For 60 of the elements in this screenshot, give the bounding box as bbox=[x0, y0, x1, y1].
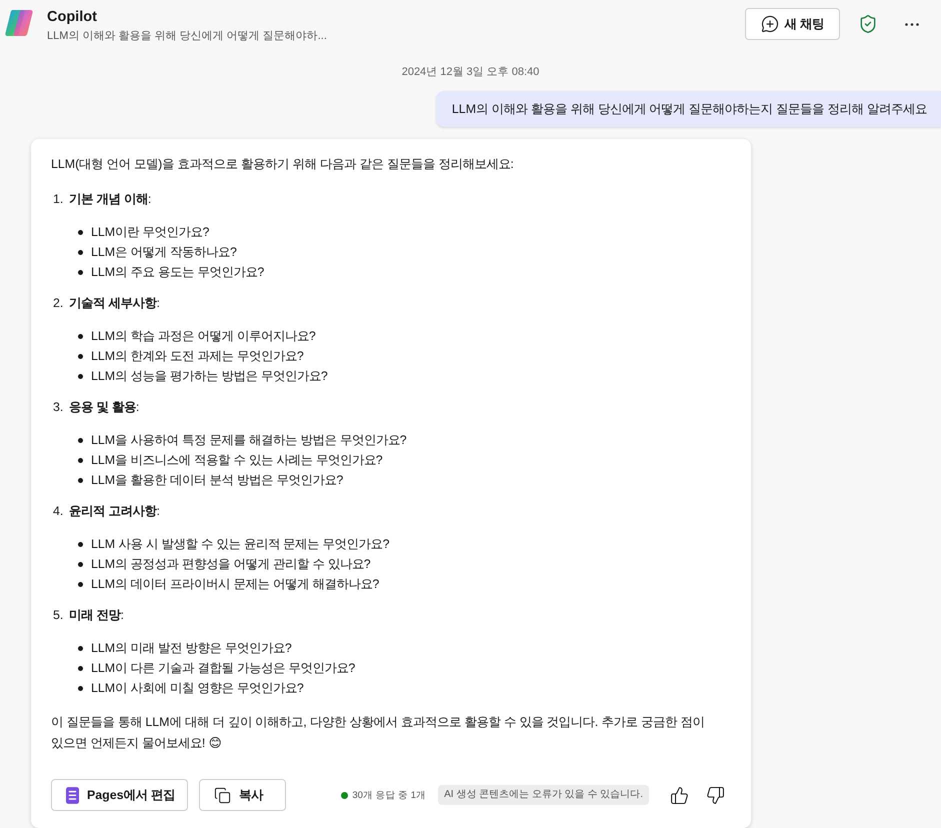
question-text: LLM의 학습 과정은 어떻게 이루어지나요? bbox=[91, 328, 316, 344]
list-number: 4. bbox=[52, 503, 64, 520]
question-text: LLM의 공정성과 편향성을 어떻게 관리할 수 있나요? bbox=[91, 556, 371, 572]
section-title: 미래 전망: bbox=[69, 607, 124, 624]
bullet-icon bbox=[78, 686, 83, 690]
app-title: Copilot bbox=[47, 8, 97, 26]
response-count: 30개 응답 중 1개 bbox=[352, 788, 426, 802]
copy-icon bbox=[214, 786, 231, 804]
bullet-icon bbox=[78, 230, 83, 234]
section-title: 응용 및 활용: bbox=[69, 399, 140, 416]
copy-button[interactable]: 복사 bbox=[198, 779, 286, 811]
thumbs-down-icon bbox=[706, 786, 724, 804]
question-text: LLM이란 무엇인가요? bbox=[91, 224, 210, 240]
bullet-icon bbox=[78, 250, 83, 254]
bullet-icon bbox=[78, 646, 83, 650]
section-title: 기본 개념 이해: bbox=[69, 191, 152, 208]
question-text: LLM을 비즈니스에 적용할 수 있는 사례는 무엇인가요? bbox=[91, 452, 383, 468]
status-dot-icon bbox=[341, 792, 348, 798]
closing-text: 이 질문들을 통해 LLM에 대해 더 깊이 이해하고, 다양한 상황에서 효과적으로 활용할 수 있을 것입니다. 추가로 궁금한 점이 있으면 언제든지 물어보세요! 😊 bbox=[51, 714, 706, 752]
intro-text: LLM(대형 언어 모델)을 효과적으로 활용하기 위해 다음과 같은 질문들을 정리해보세요: bbox=[51, 156, 515, 173]
copilot-logo-icon bbox=[4, 8, 34, 38]
section-title: 윤리적 고려사항: bbox=[69, 503, 160, 520]
bullet-icon bbox=[78, 582, 83, 586]
question-text: LLM의 성능을 평가하는 방법은 무엇인가요? bbox=[91, 368, 328, 384]
question-text: LLM이 사회에 미칠 영향은 무엇인가요? bbox=[91, 680, 304, 696]
message-timestamp: 2024년 12월 3일 오후 08:40 bbox=[402, 65, 540, 80]
pages-icon bbox=[66, 786, 79, 804]
list-number: 5. bbox=[52, 607, 64, 624]
bullet-icon bbox=[78, 478, 83, 482]
chat-plus-icon bbox=[760, 15, 779, 33]
question-text: LLM을 사용하여 특정 문제를 해결하는 방법은 무엇인가요? bbox=[91, 432, 407, 448]
question-text: LLM의 한계와 도전 과제는 무엇인가요? bbox=[91, 348, 304, 364]
question-text: LLM의 데이터 프라이버시 문제는 어떻게 해결하나요? bbox=[91, 576, 380, 592]
shield-check-icon bbox=[858, 14, 878, 34]
bullet-icon bbox=[78, 270, 83, 274]
list-number: 1. bbox=[52, 191, 64, 208]
more-icon bbox=[905, 22, 919, 26]
bullet-icon bbox=[78, 438, 83, 442]
conversation-subtitle: LLM의 이해와 활용을 위해 당신에게 어떻게 질문해야하... bbox=[47, 29, 327, 44]
question-text: LLM의 미래 발전 방향은 무엇인가요? bbox=[91, 640, 292, 656]
bullet-icon bbox=[78, 562, 83, 566]
bullet-icon bbox=[78, 334, 83, 338]
question-text: LLM을 활용한 데이터 분석 방법은 무엇인가요? bbox=[91, 472, 344, 488]
question-text: LLM이 다른 기술과 결합될 가능성은 무엇인가요? bbox=[91, 660, 356, 676]
bullet-icon bbox=[78, 458, 83, 462]
user-message-bubble: LLM의 이해와 활용을 위해 당신에게 어떻게 질문해야하는지 질문들을 정리해 알려주세요 bbox=[436, 91, 941, 127]
new-chat-button[interactable]: 새 채팅 bbox=[744, 8, 840, 40]
bullet-icon bbox=[78, 354, 83, 358]
bullet-icon bbox=[78, 374, 83, 378]
ai-disclaimer-badge: AI 생성 콘텐츠에는 오류가 있을 수 있습니다. bbox=[438, 785, 649, 805]
list-number: 2. bbox=[52, 295, 64, 312]
question-text: LLM은 어떻게 작동하나요? bbox=[91, 244, 237, 260]
question-text: LLM 사용 시 발생할 수 있는 윤리적 문제는 무엇인가요? bbox=[91, 536, 390, 552]
question-text: LLM의 주요 용도는 무엇인가요? bbox=[91, 264, 264, 280]
thumbs-up-icon bbox=[670, 786, 688, 804]
list-number: 3. bbox=[52, 399, 64, 416]
edit-in-pages-button[interactable]: Pages에서 편집 bbox=[51, 779, 188, 811]
bullet-icon bbox=[78, 542, 83, 546]
section-title: 기술적 세부사항: bbox=[69, 295, 160, 312]
bullet-icon bbox=[78, 666, 83, 670]
